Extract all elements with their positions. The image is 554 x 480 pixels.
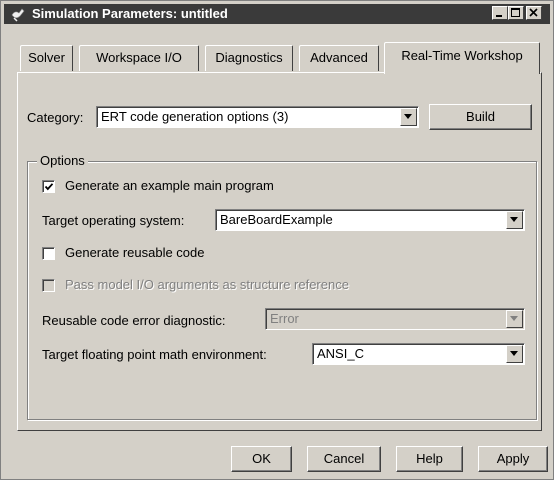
reusable-code-label: Generate reusable code bbox=[65, 245, 205, 260]
math-env-label: Target floating point math environment: bbox=[42, 347, 267, 362]
chevron-down-icon[interactable] bbox=[506, 345, 523, 363]
title-bar[interactable]: Simulation Parameters: untitled bbox=[4, 4, 550, 24]
minimize-button[interactable] bbox=[492, 6, 508, 20]
cancel-button[interactable]: Cancel bbox=[307, 446, 381, 472]
apply-button[interactable]: Apply bbox=[478, 446, 548, 472]
simulink-icon bbox=[10, 6, 26, 22]
pass-model-io-checkbox[interactable] bbox=[42, 279, 55, 292]
tab-workspace-io[interactable]: Workspace I/O bbox=[79, 45, 199, 71]
checkmark-icon bbox=[44, 183, 54, 191]
pass-model-io-label: Pass model I/O arguments as structure re… bbox=[65, 277, 349, 292]
category-select[interactable]: ERT code generation options (3) bbox=[96, 106, 419, 128]
generate-main-label: Generate an example main program bbox=[65, 178, 274, 193]
tab-advanced[interactable]: Advanced bbox=[299, 45, 379, 71]
category-value: ERT code generation options (3) bbox=[101, 109, 289, 124]
generate-main-checkbox[interactable] bbox=[42, 180, 55, 193]
chevron-down-icon[interactable] bbox=[506, 310, 523, 328]
options-group-label: Options bbox=[37, 153, 88, 168]
tab-solver[interactable]: Solver bbox=[20, 45, 73, 71]
maximize-icon bbox=[511, 8, 520, 17]
target-os-label: Target operating system: bbox=[42, 213, 185, 228]
math-env-select[interactable]: ANSI_C bbox=[312, 343, 525, 365]
close-icon bbox=[529, 8, 538, 17]
target-os-value: BareBoardExample bbox=[220, 212, 333, 227]
reusable-error-value: Error bbox=[270, 311, 299, 326]
minimize-icon bbox=[496, 15, 502, 17]
reusable-error-select[interactable]: Error bbox=[265, 308, 525, 330]
reusable-code-checkbox[interactable] bbox=[42, 247, 55, 260]
window-title: Simulation Parameters: untitled bbox=[32, 6, 228, 21]
chevron-down-icon[interactable] bbox=[400, 108, 417, 126]
build-button[interactable]: Build bbox=[429, 104, 532, 130]
category-label: Category: bbox=[27, 110, 84, 125]
ok-button[interactable]: OK bbox=[231, 446, 292, 472]
dialog-window: Simulation Parameters: untitled Solver W… bbox=[0, 0, 554, 480]
maximize-button[interactable] bbox=[508, 6, 524, 20]
reusable-error-label: Reusable code error diagnostic: bbox=[42, 313, 226, 328]
close-button[interactable] bbox=[526, 6, 542, 20]
help-button[interactable]: Help bbox=[396, 446, 463, 472]
chevron-down-icon[interactable] bbox=[506, 211, 523, 229]
math-env-value: ANSI_C bbox=[317, 346, 364, 361]
tab-real-time-workshop[interactable]: Real-Time Workshop bbox=[384, 42, 540, 74]
tab-diagnostics[interactable]: Diagnostics bbox=[205, 45, 293, 71]
target-os-select[interactable]: BareBoardExample bbox=[215, 209, 525, 231]
